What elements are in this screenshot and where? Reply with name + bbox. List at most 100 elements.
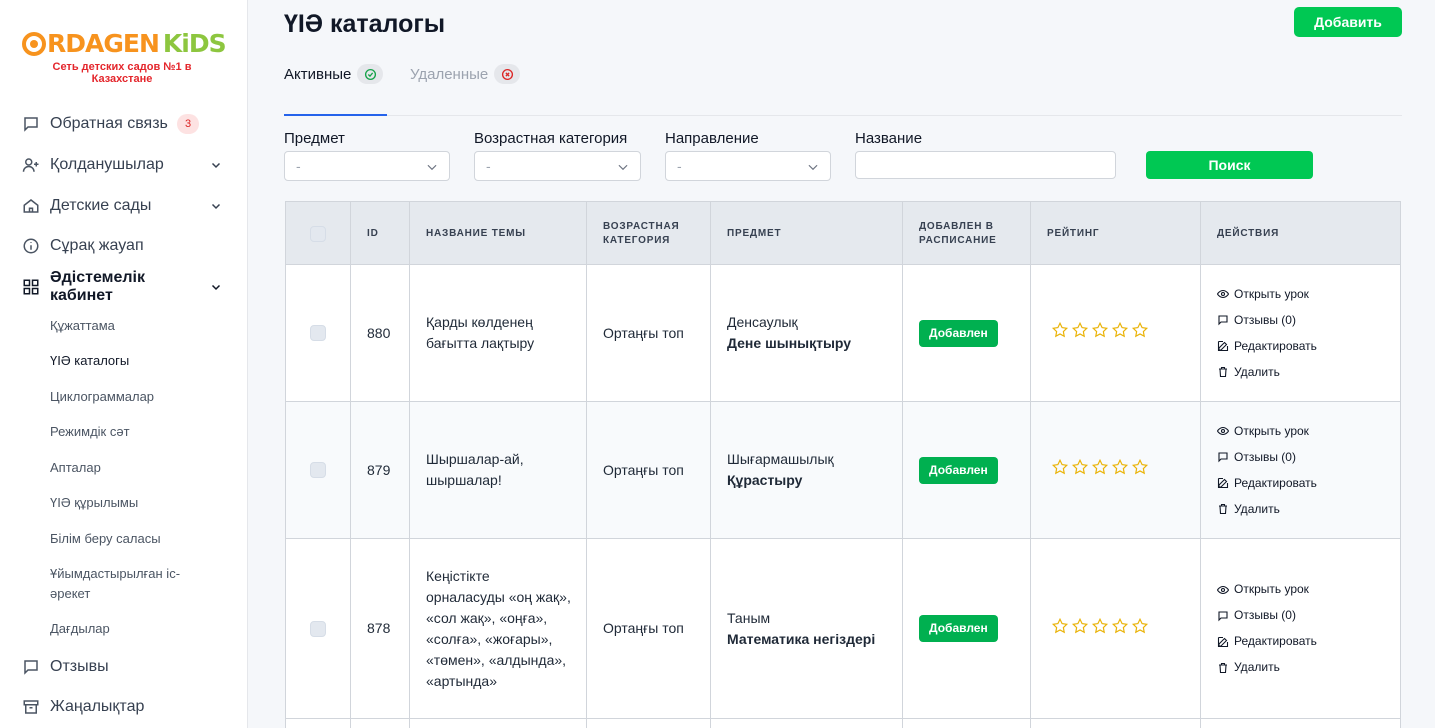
column-header-age[interactable]: ВОЗРАСТНАЯ КАТЕГОРИЯ bbox=[587, 202, 711, 265]
feedback-count-badge: 3 bbox=[177, 114, 199, 134]
logo[interactable]: RDAGEN KiDS Сеть детских садов №1 в Казах… bbox=[22, 29, 227, 88]
sidebar-subitem-organized-activity[interactable]: Ұйымдастырылған іс-әрекет bbox=[50, 564, 220, 604]
column-header-subject[interactable]: ПРЕДМЕТ bbox=[711, 202, 903, 265]
open-lesson-link[interactable]: Открыть урок bbox=[1217, 423, 1317, 440]
row-actions-cell: Открыть урок Отзывы (0) Редактировать Уд… bbox=[1201, 539, 1400, 718]
eye-icon bbox=[1217, 289, 1229, 299]
star-icon[interactable] bbox=[1131, 321, 1149, 345]
edit-link[interactable]: Редактировать bbox=[1217, 633, 1317, 650]
star-icon[interactable] bbox=[1111, 458, 1129, 482]
age-select[interactable]: - bbox=[474, 151, 641, 181]
sidebar-item-kindergartens[interactable]: Детские сады bbox=[22, 193, 226, 219]
subject-select[interactable]: - bbox=[284, 151, 450, 181]
sidebar-subitem-catalog[interactable]: ҮІӘ каталогы bbox=[50, 351, 220, 371]
row-age-category: Ортаңғы топ bbox=[587, 265, 711, 401]
select-value: - bbox=[677, 158, 682, 174]
tab-deleted[interactable]: Удаленные bbox=[410, 64, 521, 84]
row-checkbox[interactable] bbox=[310, 462, 326, 478]
row-checkbox[interactable] bbox=[310, 325, 326, 341]
star-icon[interactable] bbox=[1111, 321, 1129, 345]
tab-active[interactable]: Активные bbox=[284, 64, 384, 84]
row-topic-name: Шыршалар-ай, шыршалар! bbox=[410, 402, 587, 538]
row-select-cell bbox=[286, 402, 351, 538]
row-subject-cell bbox=[711, 719, 903, 728]
edit-link[interactable]: Редактировать bbox=[1217, 475, 1317, 492]
sidebar-subitem-skills[interactable]: Дағдылар bbox=[50, 619, 220, 639]
status-badge: Добавлен bbox=[919, 456, 998, 484]
open-lesson-link[interactable]: Открыть урок bbox=[1217, 286, 1317, 303]
sidebar-subitem-education-area[interactable]: Білім беру саласы bbox=[50, 529, 220, 549]
star-icon[interactable] bbox=[1091, 321, 1109, 345]
sidebar-item-reviews[interactable]: Отзывы bbox=[22, 654, 226, 680]
sidebar-subitem-cyclograms[interactable]: Циклограммалар bbox=[50, 387, 220, 407]
age-filter-label: Возрастная категория bbox=[474, 130, 628, 147]
star-icon[interactable] bbox=[1071, 617, 1089, 641]
row-subject: Таным bbox=[727, 609, 771, 626]
star-icon[interactable] bbox=[1051, 617, 1069, 641]
info-icon bbox=[22, 237, 40, 255]
logo-wordmark: RDAGEN KiDS bbox=[22, 29, 227, 58]
row-rating-cell bbox=[1031, 402, 1201, 538]
star-icon[interactable] bbox=[1051, 458, 1069, 482]
row-checkbox[interactable] bbox=[310, 620, 326, 637]
name-input[interactable] bbox=[855, 151, 1116, 179]
status-badge: Добавлен bbox=[919, 319, 998, 347]
name-filter-label: Название bbox=[855, 130, 923, 147]
star-icon[interactable] bbox=[1091, 617, 1109, 641]
open-lesson-link[interactable]: Открыть урок bbox=[1217, 581, 1317, 598]
row-age-category bbox=[587, 719, 711, 728]
sidebar-item-news[interactable]: Жаңалықтар bbox=[22, 694, 226, 720]
sidebar-item-faq[interactable]: Сұрақ жауап bbox=[22, 233, 226, 259]
reviews-link[interactable]: Отзывы (0) bbox=[1217, 449, 1317, 466]
row-age-category: Ортаңғы топ bbox=[587, 402, 711, 538]
row-topic-name: Қарды көлденең бағытта лақтыру bbox=[410, 265, 587, 401]
row-status-cell: Добавлен bbox=[903, 539, 1031, 718]
sidebar-item-feedback[interactable]: Обратная связь 3 bbox=[22, 111, 226, 137]
sidebar-subitem-regime[interactable]: Режимдік сәт bbox=[50, 422, 220, 442]
sidebar-item-label: Сұрақ жауап bbox=[50, 237, 144, 254]
row-subject-cell: Денсаулық Дене шынықтыру bbox=[711, 265, 903, 401]
sidebar-subitem-documentation[interactable]: Құжаттама bbox=[50, 316, 220, 336]
star-icon[interactable] bbox=[1131, 617, 1149, 641]
reviews-link[interactable]: Отзывы (0) bbox=[1217, 607, 1317, 624]
sidebar-item-users[interactable]: Қолданушылар bbox=[22, 152, 226, 178]
logo-text-2: KiDS bbox=[162, 29, 227, 58]
star-icon[interactable] bbox=[1071, 321, 1089, 345]
add-button[interactable]: Добавить bbox=[1294, 7, 1402, 37]
row-subject-cell: Таным Математика негіздері bbox=[711, 539, 903, 718]
delete-link[interactable]: Удалить bbox=[1217, 659, 1317, 676]
search-button[interactable]: Поиск bbox=[1146, 151, 1313, 179]
star-icon[interactable] bbox=[1071, 458, 1089, 482]
column-header-name[interactable]: НАЗВАНИЕ ТЕМЫ bbox=[410, 202, 587, 265]
row-id: 880 bbox=[351, 265, 410, 401]
row-direction: Құрастыру bbox=[727, 472, 803, 488]
edit-link[interactable]: Редактировать bbox=[1217, 338, 1317, 355]
row-topic-name bbox=[410, 719, 587, 728]
row-id bbox=[351, 719, 410, 728]
delete-link[interactable]: Удалить bbox=[1217, 364, 1317, 381]
row-select-cell bbox=[286, 265, 351, 401]
direction-select[interactable]: - bbox=[665, 151, 831, 181]
star-icon[interactable] bbox=[1051, 321, 1069, 345]
star-icon[interactable] bbox=[1131, 458, 1149, 482]
direction-filter-label: Направление bbox=[665, 130, 759, 147]
select-all-checkbox[interactable] bbox=[310, 225, 326, 242]
action-label: Удалить bbox=[1234, 660, 1280, 674]
sidebar-item-methodical-cabinet[interactable]: Әдістемелік кабинет bbox=[22, 269, 226, 304]
column-header-rating[interactable]: РЕЙТИНГ bbox=[1031, 202, 1201, 265]
star-icon[interactable] bbox=[1091, 458, 1109, 482]
star-icon[interactable] bbox=[1111, 617, 1129, 641]
row-status-cell: Добавлен bbox=[903, 265, 1031, 401]
table-row: 880 Қарды көлденең бағытта лақтыру Ортаң… bbox=[286, 265, 1400, 402]
header-line: РАСПИСАНИЕ bbox=[919, 234, 997, 246]
sidebar-subitem-structure[interactable]: ҮІӘ құрылымы bbox=[50, 493, 220, 513]
reviews-link[interactable]: Отзывы (0) bbox=[1217, 312, 1317, 329]
column-header-id[interactable]: ID bbox=[351, 202, 410, 265]
action-label: Отзывы (0) bbox=[1234, 449, 1296, 464]
delete-link[interactable]: Удалить bbox=[1217, 501, 1317, 518]
row-id: 878 bbox=[351, 539, 410, 718]
column-header-added[interactable]: ДОБАВЛЕН В РАСПИСАНИЕ bbox=[903, 202, 1031, 265]
rating-stars bbox=[1051, 617, 1149, 641]
row-age-category: Ортаңғы топ bbox=[587, 539, 711, 718]
sidebar-subitem-weeks[interactable]: Апталар bbox=[50, 458, 220, 478]
